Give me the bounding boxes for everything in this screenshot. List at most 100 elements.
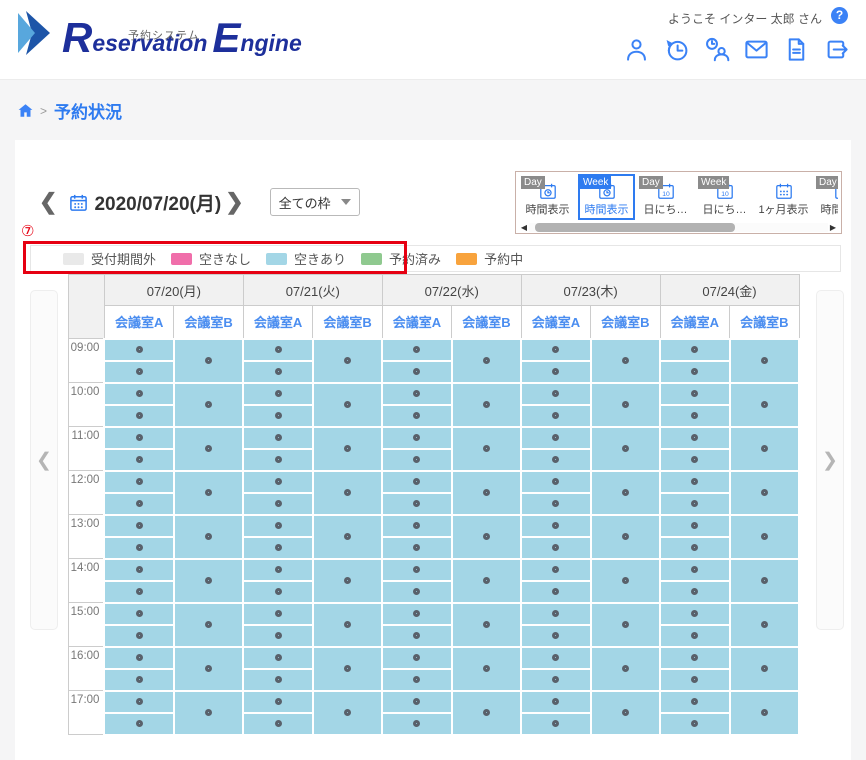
slot-cell[interactable] — [660, 339, 729, 361]
slot-cell[interactable] — [174, 691, 243, 735]
slot-cell[interactable] — [382, 559, 451, 581]
slot-cell[interactable] — [104, 493, 173, 515]
slot-cell[interactable] — [382, 361, 451, 383]
slot-cell[interactable] — [382, 515, 451, 537]
slot-cell[interactable] — [243, 669, 312, 691]
slot-cell[interactable] — [382, 339, 451, 361]
slot-cell[interactable] — [730, 647, 799, 691]
slot-cell[interactable] — [243, 405, 312, 427]
slot-cell[interactable] — [174, 603, 243, 647]
slot-cell[interactable] — [730, 427, 799, 471]
room-link[interactable]: 会議室A — [243, 306, 312, 339]
slot-cell[interactable] — [521, 669, 590, 691]
slot-cell[interactable] — [660, 405, 729, 427]
slot-cell[interactable] — [660, 691, 729, 713]
slot-cell[interactable] — [243, 427, 312, 449]
slot-cell[interactable] — [452, 383, 521, 427]
home-icon[interactable] — [18, 103, 33, 118]
slot-cell[interactable] — [243, 471, 312, 493]
slot-cell[interactable] — [174, 383, 243, 427]
slot-cell[interactable] — [104, 339, 173, 361]
slot-cell[interactable] — [243, 713, 312, 735]
slot-cell[interactable] — [104, 515, 173, 537]
slot-cell[interactable] — [382, 603, 451, 625]
slot-cell[interactable] — [591, 383, 660, 427]
slot-cell[interactable] — [243, 339, 312, 361]
slot-cell[interactable] — [104, 405, 173, 427]
slot-cell[interactable] — [104, 449, 173, 471]
slot-cell[interactable] — [104, 581, 173, 603]
slot-cell[interactable] — [521, 647, 590, 669]
slot-cell[interactable] — [174, 427, 243, 471]
slot-cell[interactable] — [382, 493, 451, 515]
view-day-date[interactable]: Day 10 日にち… — [637, 174, 694, 220]
slot-cell[interactable] — [660, 383, 729, 405]
slot-cell[interactable] — [104, 691, 173, 713]
slot-cell[interactable] — [730, 339, 799, 383]
slot-cell[interactable] — [174, 471, 243, 515]
slot-cell[interactable] — [591, 647, 660, 691]
slot-cell[interactable] — [730, 603, 799, 647]
view-month[interactable]: 1ヶ月表示 — [755, 174, 812, 220]
slot-cell[interactable] — [591, 427, 660, 471]
slot-cell[interactable] — [660, 361, 729, 383]
slot-cell[interactable] — [452, 471, 521, 515]
slot-cell[interactable] — [521, 603, 590, 625]
slot-cell[interactable] — [174, 559, 243, 603]
slot-cell[interactable] — [591, 559, 660, 603]
slot-cell[interactable] — [174, 339, 243, 383]
slot-cell[interactable] — [104, 471, 173, 493]
slot-cell[interactable] — [104, 713, 173, 735]
slot-cell[interactable] — [591, 691, 660, 735]
slot-cell[interactable] — [591, 339, 660, 383]
slot-cell[interactable] — [452, 515, 521, 559]
slot-cell[interactable] — [243, 647, 312, 669]
slot-cell[interactable] — [521, 713, 590, 735]
slot-cell[interactable] — [452, 647, 521, 691]
slot-cell[interactable] — [243, 449, 312, 471]
slot-cell[interactable] — [521, 339, 590, 361]
scrollbar-track[interactable] — [529, 223, 828, 232]
slot-cell[interactable] — [521, 471, 590, 493]
slot-cell[interactable] — [382, 537, 451, 559]
slot-cell[interactable] — [104, 559, 173, 581]
slot-cell[interactable] — [730, 383, 799, 427]
slot-cell[interactable] — [382, 383, 451, 405]
slot-cell[interactable] — [521, 691, 590, 713]
room-link[interactable]: 会議室B — [313, 306, 382, 339]
slot-cell[interactable] — [660, 471, 729, 493]
slot-cell[interactable] — [313, 383, 382, 427]
slot-cell[interactable] — [521, 581, 590, 603]
slot-cell[interactable] — [730, 515, 799, 559]
slot-cell[interactable] — [243, 581, 312, 603]
slot-cell[interactable] — [104, 537, 173, 559]
slot-cell[interactable] — [591, 515, 660, 559]
slot-cell[interactable] — [104, 669, 173, 691]
slot-cell[interactable] — [660, 537, 729, 559]
slot-cell[interactable] — [660, 449, 729, 471]
slot-cell[interactable] — [243, 559, 312, 581]
slot-cell[interactable] — [313, 471, 382, 515]
slot-cell[interactable] — [382, 581, 451, 603]
document-icon[interactable] — [783, 36, 810, 63]
mail-icon[interactable] — [743, 36, 770, 63]
slot-cell[interactable] — [104, 383, 173, 405]
room-link[interactable]: 会議室A — [660, 306, 729, 339]
slot-cell[interactable] — [452, 559, 521, 603]
slot-cell[interactable] — [660, 603, 729, 625]
slot-cell[interactable] — [104, 603, 173, 625]
slot-cell[interactable] — [730, 471, 799, 515]
view-week-time[interactable]: Week 時間表示 — [578, 174, 635, 220]
slot-cell[interactable] — [660, 581, 729, 603]
slot-cell[interactable] — [382, 647, 451, 669]
slot-cell[interactable] — [452, 603, 521, 647]
slot-cell[interactable] — [521, 383, 590, 405]
app-logo[interactable]: 予約システム ReservationEngine — [18, 10, 302, 56]
slot-cell[interactable] — [521, 559, 590, 581]
slot-cell[interactable] — [660, 559, 729, 581]
slot-cell[interactable] — [521, 625, 590, 647]
slot-cell[interactable] — [591, 471, 660, 515]
slot-cell[interactable] — [243, 383, 312, 405]
slot-cell[interactable] — [243, 537, 312, 559]
slot-cell[interactable] — [382, 669, 451, 691]
